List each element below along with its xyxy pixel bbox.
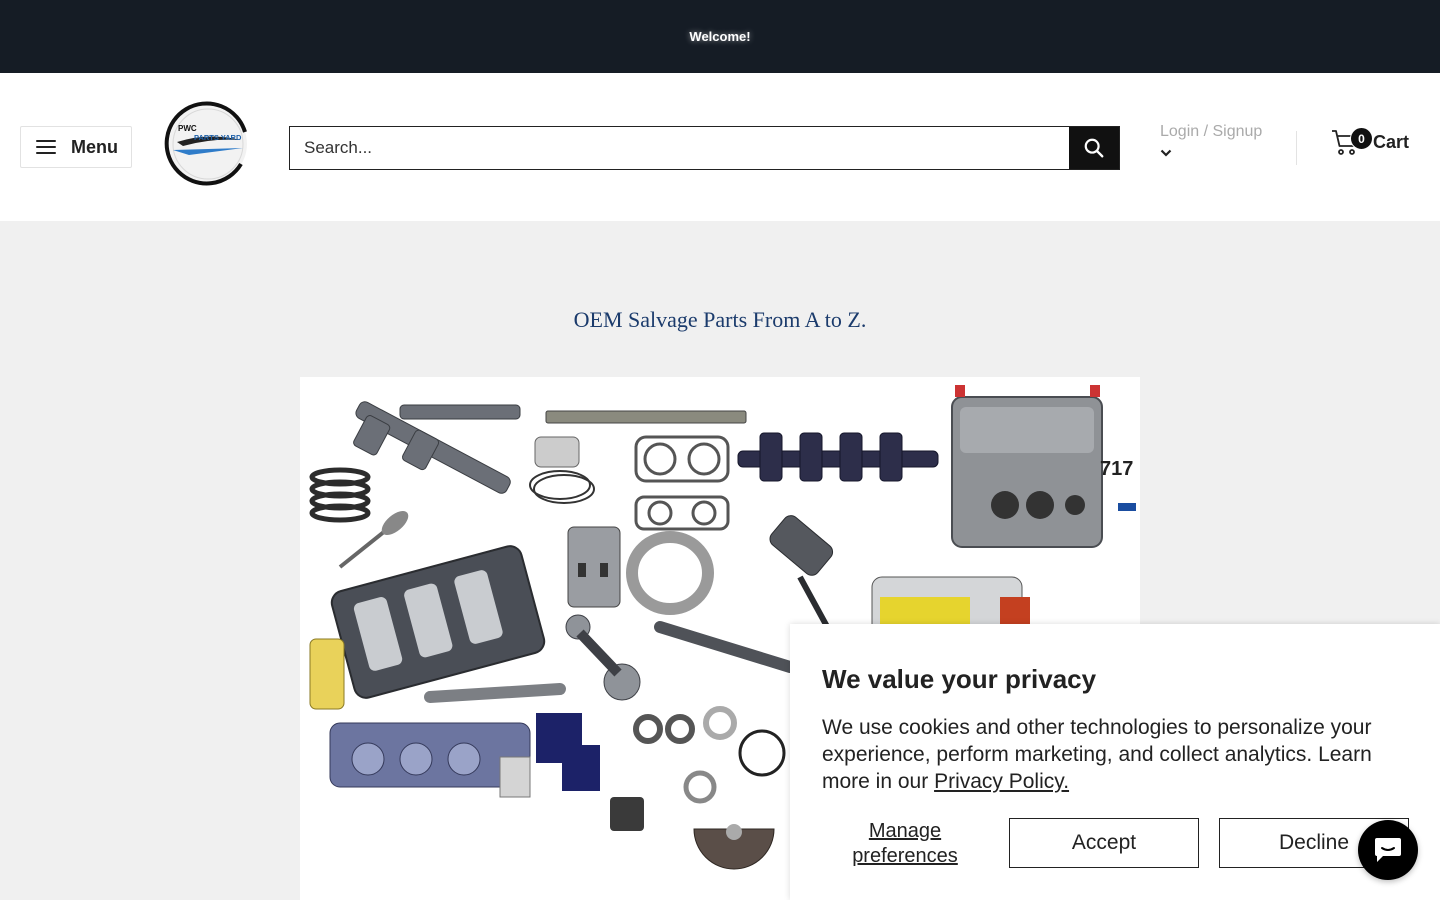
consent-text: We use cookies and other technologies to… bbox=[822, 716, 1372, 793]
accept-button[interactable]: Accept bbox=[1009, 818, 1199, 868]
hamburger-icon bbox=[36, 139, 56, 155]
menu-button[interactable]: Menu bbox=[20, 126, 132, 168]
page-tagline: OEM Salvage Parts From A to Z. bbox=[573, 307, 867, 332]
menu-label: Menu bbox=[71, 136, 118, 157]
consent-body: We use cookies and other technologies to… bbox=[822, 714, 1422, 795]
search-icon bbox=[1084, 138, 1104, 158]
site-header: Menu PWC PARTS YARD Login / Signup bbox=[0, 73, 1440, 221]
announcement-text: Welcome! bbox=[689, 29, 751, 44]
search-input[interactable] bbox=[290, 127, 1069, 169]
cart-link[interactable]: 0 Cart bbox=[1331, 127, 1410, 156]
cart-count-badge: 0 bbox=[1350, 127, 1373, 150]
logo-text-pwc: PWC bbox=[178, 124, 197, 133]
header-divider bbox=[1296, 131, 1297, 165]
search-button[interactable] bbox=[1069, 127, 1119, 169]
cookie-consent-banner: We value your privacy We use cookies and… bbox=[790, 624, 1440, 900]
consent-title: We value your privacy bbox=[822, 664, 1097, 694]
login-label: Login / Signup bbox=[1160, 123, 1263, 140]
manage-preferences-button[interactable]: Manage preferences bbox=[838, 819, 972, 869]
logo-text-parts-yard: PARTS YARD bbox=[194, 133, 242, 142]
chevron-down-icon bbox=[1160, 149, 1172, 157]
login-signup-link[interactable]: Login / Signup bbox=[1160, 123, 1262, 157]
search-form bbox=[289, 126, 1120, 170]
site-logo[interactable]: PWC PARTS YARD bbox=[163, 98, 251, 186]
engine-model-label: 717 bbox=[1100, 458, 1133, 480]
chat-widget-button[interactable] bbox=[1358, 820, 1418, 880]
privacy-policy-link[interactable]: Privacy Policy. bbox=[934, 770, 1069, 793]
cart-label: Cart bbox=[1373, 131, 1410, 152]
announcement-bar: Welcome! bbox=[0, 0, 1440, 73]
chat-bubble-icon bbox=[1375, 838, 1401, 862]
